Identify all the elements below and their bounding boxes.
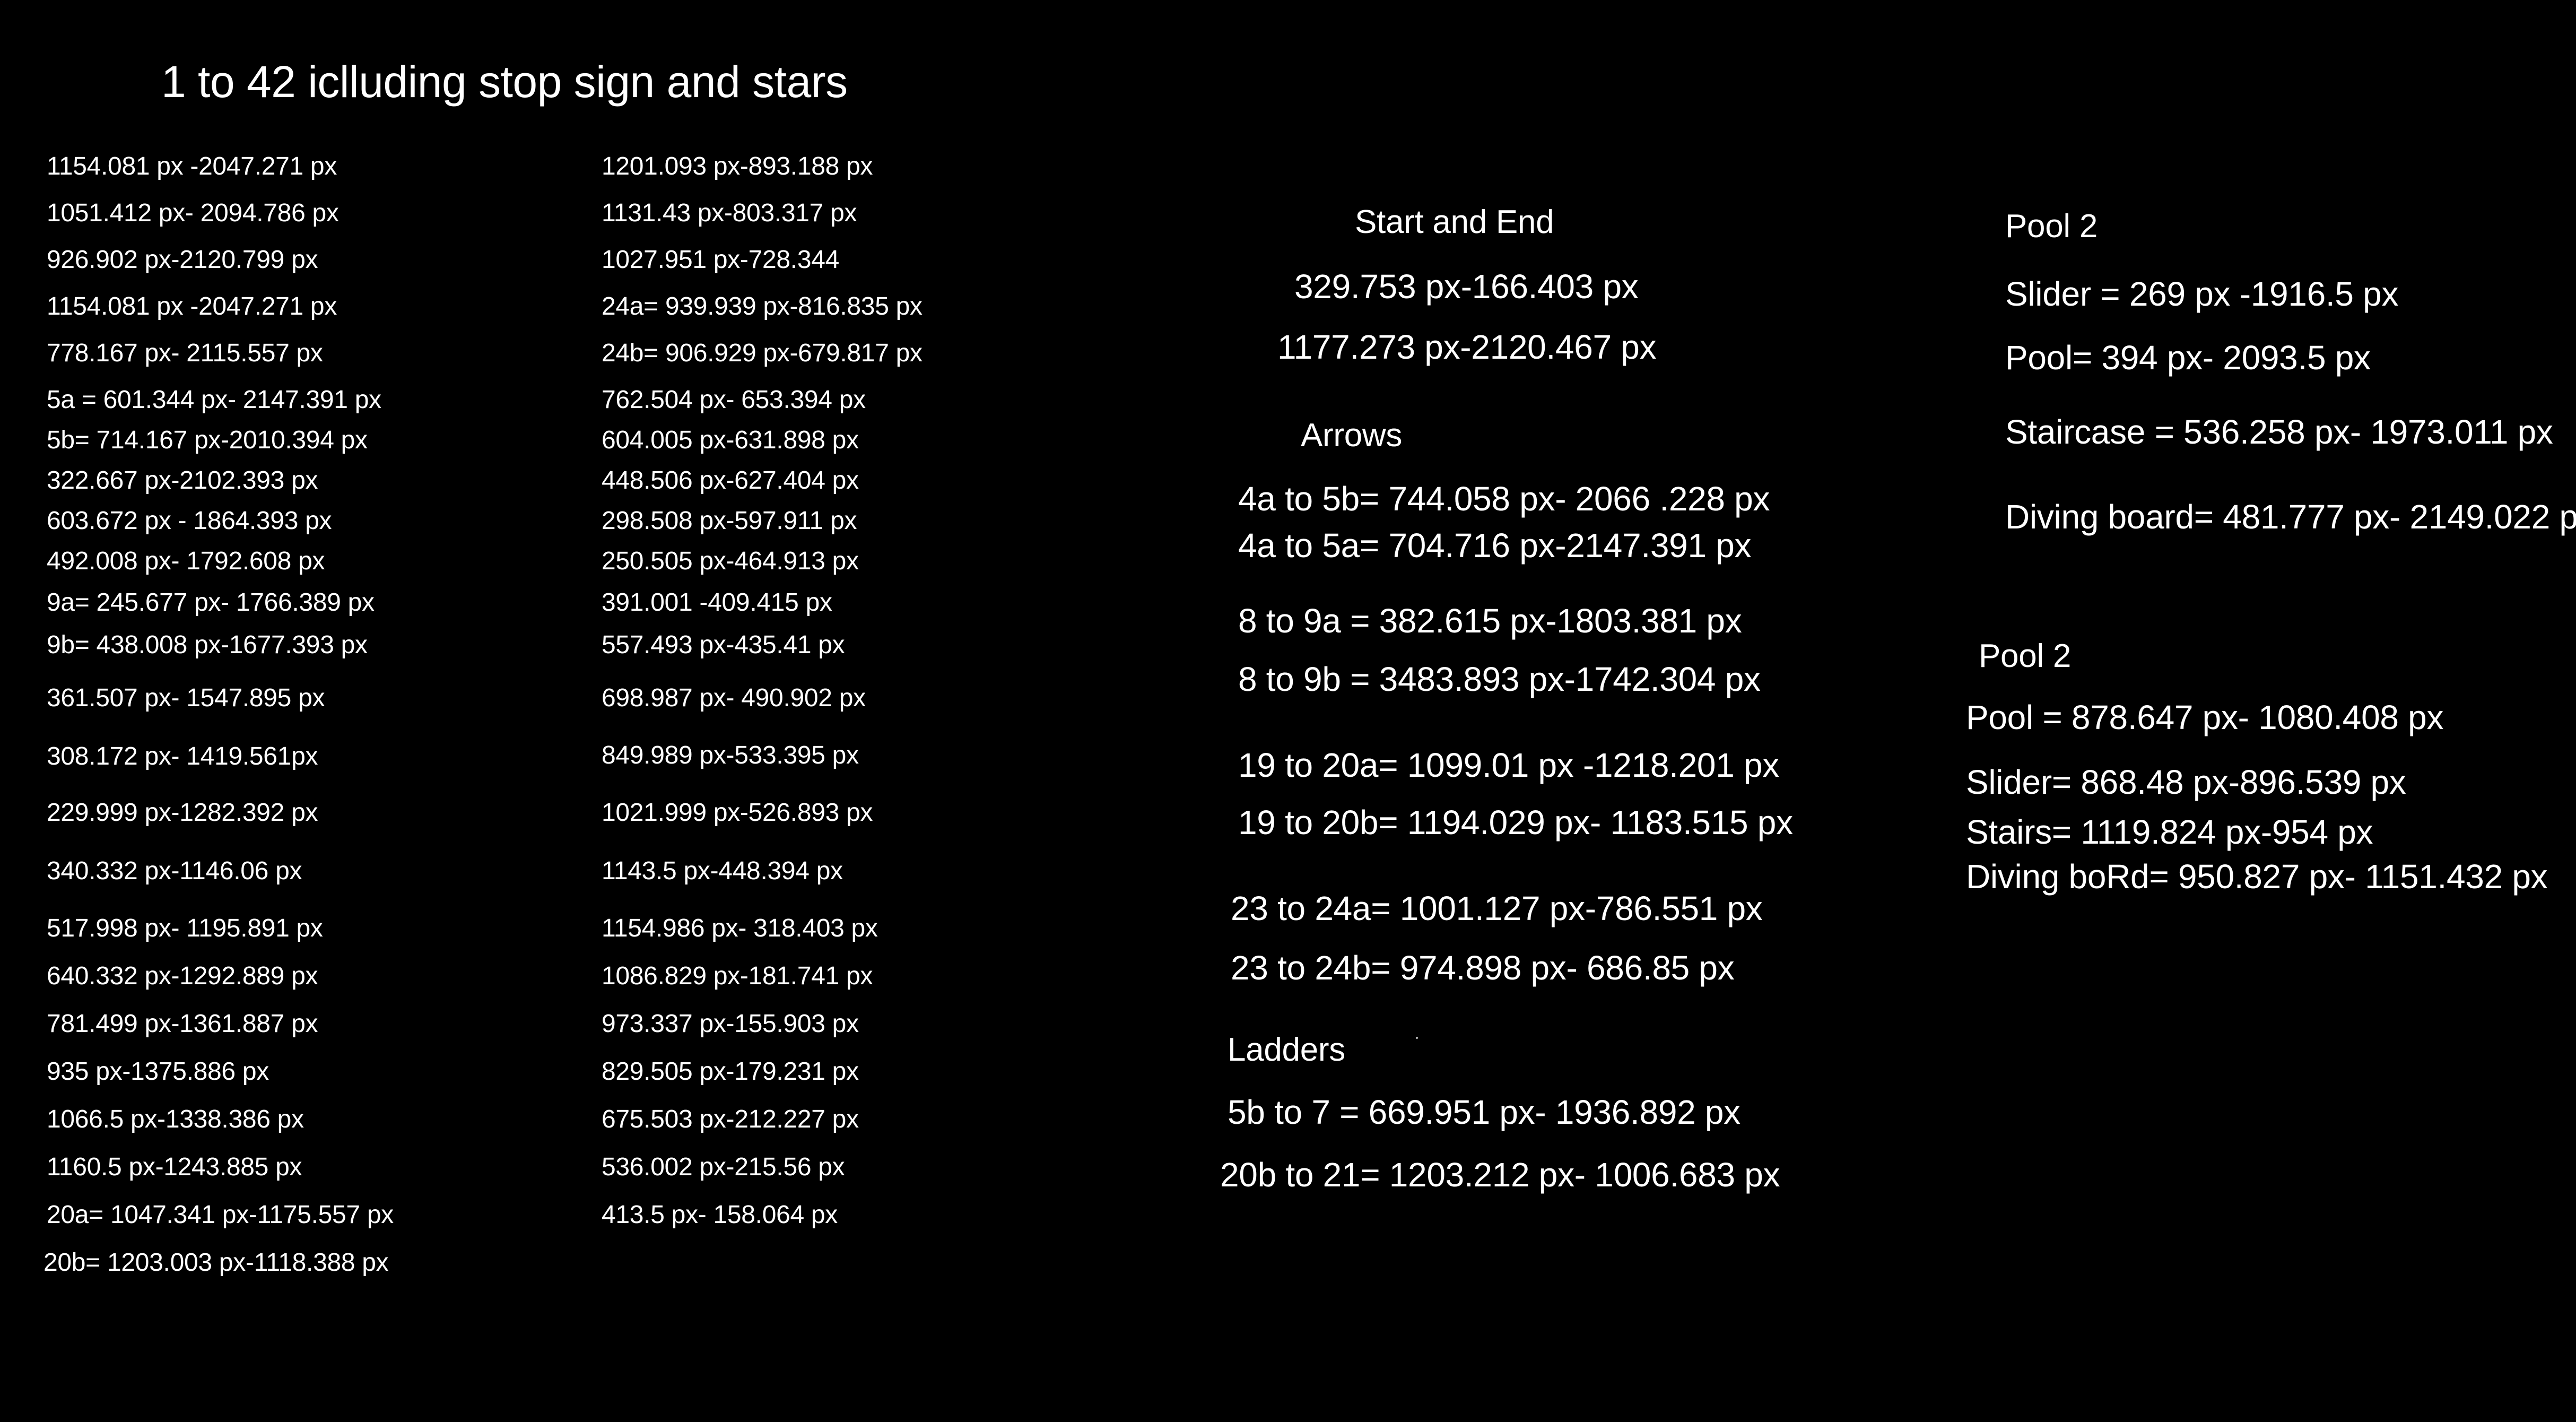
coordinate-entry: 1143.5 px-448.394 px: [602, 857, 843, 885]
ladder-entry: 20b to 21= 1203.212 px- 1006.683 px: [1220, 1156, 1780, 1194]
coordinate-entry: 340.332 px-1146.06 px: [47, 857, 302, 885]
coordinate-entry: 973.337 px-155.903 px: [602, 1010, 859, 1038]
coordinate-entry: 935 px-1375.886 px: [47, 1057, 269, 1086]
coordinate-entry: 1051.412 px- 2094.786 px: [47, 199, 339, 227]
coordinate-entry: 9b= 438.008 px-1677.393 px: [47, 631, 368, 659]
start-end-heading: Start and End: [1355, 204, 1554, 240]
coordinate-entry: 640.332 px-1292.889 px: [47, 962, 318, 990]
coordinate-entry: 1154.081 px -2047.271 px: [47, 152, 337, 180]
coordinate-entry: 1201.093 px-893.188 px: [602, 152, 873, 180]
coordinate-entry: 829.505 px-179.231 px: [602, 1057, 859, 1086]
pool-entry: Diving boRd= 950.827 px- 1151.432 px: [1966, 857, 2548, 896]
coordinate-entry: 492.008 px- 1792.608 px: [47, 547, 325, 575]
arrows-heading: Arrows: [1301, 417, 1403, 454]
start-end-entry: 1177.273 px-2120.467 px: [1277, 328, 1657, 366]
coordinate-entry: 1160.5 px-1243.885 px: [47, 1153, 302, 1181]
coordinate-entry: 9a= 245.677 px- 1766.389 px: [47, 588, 375, 617]
coordinate-entry: 557.493 px-435.41 px: [602, 631, 845, 659]
coordinate-entry: 781.499 px-1361.887 px: [47, 1010, 318, 1038]
pool-entry: Pool = 878.647 px- 1080.408 px: [1966, 698, 2444, 736]
coordinate-entry: 448.506 px-627.404 px: [602, 466, 859, 495]
coordinate-entry: 849.989 px-533.395 px: [602, 741, 859, 769]
coordinate-entry: 604.005 px-631.898 px: [602, 426, 859, 454]
pool-heading: Pool 2: [2005, 208, 2098, 245]
coordinate-entry: 926.902 px-2120.799 px: [47, 246, 318, 274]
page: 1 to 42 iclluding stop sign and stars 11…: [0, 0, 2576, 1422]
coordinate-entry: 1021.999 px-526.893 px: [602, 799, 873, 827]
coordinate-entry: 1154.986 px- 318.403 px: [602, 914, 878, 942]
coordinate-entry: 698.987 px- 490.902 px: [602, 684, 866, 712]
coordinate-entry: 5a = 601.344 px- 2147.391 px: [47, 386, 381, 414]
coordinate-entry: 20b= 1203.003 px-1118.388 px: [43, 1248, 389, 1277]
page-title: 1 to 42 iclluding stop sign and stars: [161, 57, 848, 107]
arrow-entry: 4a to 5a= 704.716 px-2147.391 px: [1238, 526, 1752, 565]
pool-entry: Pool= 394 px- 2093.5 px: [2005, 339, 2371, 377]
arrow-entry: 19 to 20b= 1194.029 px- 1183.515 px: [1238, 803, 1793, 842]
coordinate-entry: 1066.5 px-1338.386 px: [47, 1105, 304, 1133]
coordinate-entry: 391.001 -409.415 px: [602, 588, 832, 617]
pool-entry: Slider= 868.48 px-896.539 px: [1966, 763, 2406, 801]
arrow-entry: 19 to 20a= 1099.01 px -1218.201 px: [1238, 746, 1779, 784]
coordinate-entry: 5b= 714.167 px-2010.394 px: [47, 426, 368, 454]
start-end-entry: 329.753 px-166.403 px: [1294, 267, 1639, 306]
coordinate-entry: 1086.829 px-181.741 px: [602, 962, 873, 990]
arrow-entry: 23 to 24a= 1001.127 px-786.551 px: [1231, 889, 1763, 927]
coordinate-entry: 1131.43 px-803.317 px: [602, 199, 857, 227]
arrow-entry: 23 to 24b= 974.898 px- 686.85 px: [1231, 949, 1735, 987]
coordinate-entry: 517.998 px- 1195.891 px: [47, 914, 323, 942]
coordinate-entry: 250.505 px-464.913 px: [602, 547, 859, 575]
pool-entry: Staircase = 536.258 px- 1973.011 px: [2005, 413, 2553, 451]
coordinate-entry: 1154.081 px -2047.271 px: [47, 292, 337, 320]
coordinate-entry: 24a= 939.939 px-816.835 px: [602, 292, 923, 320]
coordinate-entry: 675.503 px-212.227 px: [602, 1105, 859, 1133]
coordinate-entry: 778.167 px- 2115.557 px: [47, 339, 323, 367]
coordinate-entry: 361.507 px- 1547.895 px: [47, 684, 325, 712]
ladder-entry: 5b to 7 = 669.951 px- 1936.892 px: [1228, 1093, 1740, 1131]
coordinate-entry: 322.667 px-2102.393 px: [47, 466, 318, 495]
pool-heading: Pool 2: [1979, 638, 2071, 674]
arrow-entry: 8 to 9a = 382.615 px-1803.381 px: [1238, 602, 1742, 640]
ladders-heading: Ladders: [1228, 1031, 1345, 1068]
pool-entry: Diving board= 481.777 px- 2149.022 px: [2005, 498, 2576, 536]
coordinate-entry: 229.999 px-1282.392 px: [47, 799, 318, 827]
coordinate-entry: 1027.951 px-728.344: [602, 246, 840, 274]
coordinate-entry: 20a= 1047.341 px-1175.557 px: [47, 1201, 394, 1229]
stray-dot: [1416, 1037, 1418, 1039]
arrow-entry: 8 to 9b = 3483.893 px-1742.304 px: [1238, 660, 1761, 698]
coordinate-entry: 413.5 px- 158.064 px: [602, 1201, 838, 1229]
coordinate-entry: 536.002 px-215.56 px: [602, 1153, 845, 1181]
coordinate-entry: 24b= 906.929 px-679.817 px: [602, 339, 923, 367]
pool-entry: Stairs= 1119.824 px-954 px: [1966, 813, 2373, 851]
pool-entry: Slider = 269 px -1916.5 px: [2005, 275, 2399, 313]
coordinate-entry: 762.504 px- 653.394 px: [602, 386, 866, 414]
coordinate-entry: 298.508 px-597.911 px: [602, 507, 857, 535]
coordinate-entry: 308.172 px- 1419.561px: [47, 742, 318, 770]
coordinate-entry: 603.672 px - 1864.393 px: [47, 507, 332, 535]
arrow-entry: 4a to 5b= 744.058 px- 2066 .228 px: [1238, 480, 1770, 518]
